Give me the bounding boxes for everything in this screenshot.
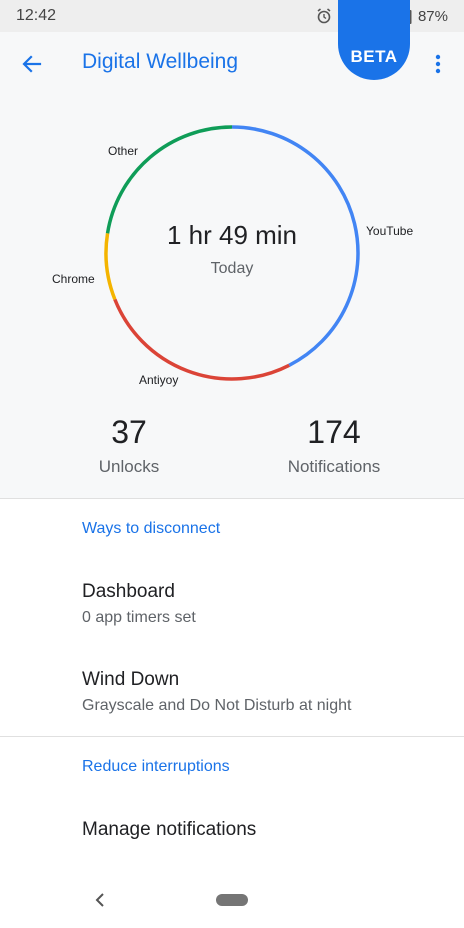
divider xyxy=(0,498,464,499)
more-options-button[interactable] xyxy=(424,50,452,78)
manage-notifications-item[interactable]: Manage notifications xyxy=(0,798,464,862)
unlocks-label: Unlocks xyxy=(98,457,160,476)
total-usage-time: 1 hr 49 min xyxy=(166,220,298,250)
more-vert-icon xyxy=(435,54,441,74)
status-time: 12:42 xyxy=(16,7,57,24)
section-header-interruptions: Reduce interruptions xyxy=(82,758,230,775)
manage-notifications-title: Manage notifications xyxy=(82,819,257,840)
ring-segment-antiyoy[interactable] xyxy=(113,298,290,381)
chevron-left-icon xyxy=(95,893,104,907)
wind-down-subtitle: Grayscale and Do Not Disturb at night xyxy=(82,697,352,714)
dashboard-subtitle: 0 app timers set xyxy=(82,609,196,626)
back-button[interactable] xyxy=(16,48,48,80)
unlocks-count: 37 xyxy=(111,414,147,450)
section-header-disconnect: Ways to disconnect xyxy=(82,520,221,537)
usage-period: Today xyxy=(210,260,254,277)
page-title: Digital Wellbeing xyxy=(82,50,239,73)
ring-label-antiyoy: Antiyoy xyxy=(139,373,179,387)
arrow-back-icon xyxy=(22,55,42,73)
wind-down-title: Wind Down xyxy=(82,669,180,690)
usage-summary: Digital Wellbeing BETA YouTube Antiyoy C… xyxy=(0,0,464,498)
system-nav-bar xyxy=(0,872,464,928)
notifications-stat: 174 Notifications xyxy=(254,414,414,477)
alarm-icon xyxy=(317,8,331,24)
divider xyxy=(0,736,464,737)
notifications-count: 174 xyxy=(307,414,361,450)
wind-down-item[interactable]: Wind Down Grayscale and Do Not Disturb a… xyxy=(0,648,464,736)
nav-home-button[interactable] xyxy=(216,894,248,906)
beta-badge: BETA xyxy=(338,0,410,80)
nav-back-button[interactable] xyxy=(86,888,114,912)
ring-segment-other[interactable] xyxy=(105,125,233,234)
battery-percent: 87% xyxy=(417,7,448,25)
app-bar: Digital Wellbeing BETA xyxy=(0,0,464,96)
dashboard-item[interactable]: Dashboard 0 app timers set xyxy=(0,560,464,644)
usage-ring-chart[interactable]: YouTube Antiyoy Chrome Other 1 hr 49 min… xyxy=(0,96,464,436)
unlocks-stat: 37 Unlocks xyxy=(49,414,209,477)
ring-label-other: Other xyxy=(108,144,139,158)
dashboard-title: Dashboard xyxy=(82,581,175,602)
notifications-label: Notifications xyxy=(287,457,381,476)
